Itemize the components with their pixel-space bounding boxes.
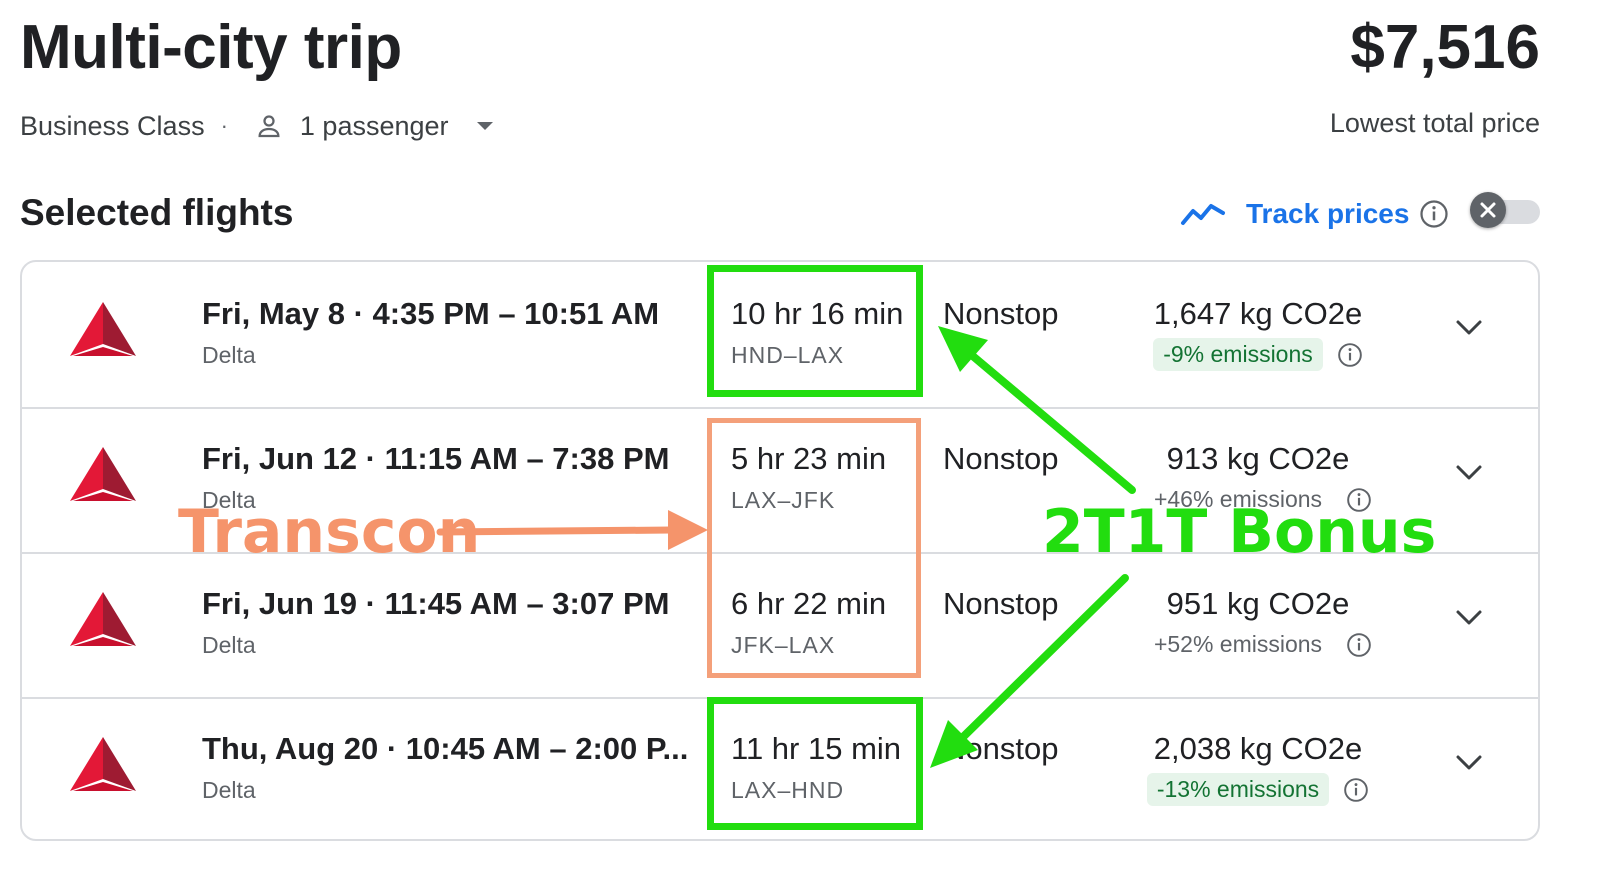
price-label: Lowest total price: [1329, 108, 1540, 138]
flight-times: Fri, Jun 19 · 11:45 AM – 3:07 PM: [202, 586, 670, 621]
flight-stops: Nonstop: [943, 731, 1059, 766]
total-price: $7,516: [1350, 13, 1540, 82]
airline-name: Delta: [202, 632, 256, 658]
highlight-box-green: [707, 697, 923, 830]
delta-logo-icon: [68, 590, 138, 650]
delta-logo-icon: [68, 445, 138, 505]
flight-times: Thu, Aug 20 · 10:45 AM – 2:00 P...: [202, 731, 689, 766]
row-divider: [22, 407, 1538, 409]
emissions-info: 1,647 kg CO2e -9% emissions: [1138, 296, 1378, 371]
track-prices-label[interactable]: Track prices: [1246, 198, 1409, 230]
chevron-down-icon[interactable]: [1454, 753, 1484, 773]
co2-amount: 1,647 kg CO2e: [1153, 296, 1363, 331]
track-prices[interactable]: Track prices: [1180, 194, 1449, 234]
track-prices-toggle[interactable]: [1470, 192, 1542, 228]
delta-logo-icon: [68, 735, 138, 795]
trend-line-icon: [1180, 200, 1226, 228]
emissions-badge: +52% emissions: [1153, 631, 1323, 657]
close-icon: [1480, 202, 1496, 218]
co2-amount: 2,038 kg CO2e: [1153, 731, 1363, 766]
info-icon[interactable]: [1419, 199, 1449, 229]
emissions-info: 951 kg CO2e +52% emissions: [1138, 586, 1378, 661]
bonus-annotation: 2T1T Bonus: [1042, 497, 1437, 567]
highlight-box-orange: [707, 418, 921, 678]
delta-logo-icon: [68, 300, 138, 360]
chevron-down-icon[interactable]: [1454, 608, 1484, 628]
flight-times: Fri, May 8 · 4:35 PM – 10:51 AM: [202, 296, 660, 331]
chevron-down-icon[interactable]: [1454, 463, 1484, 483]
transcon-annotation: Transcon: [178, 497, 481, 567]
trip-options: Business Class · 1 passenger: [20, 108, 495, 144]
highlight-box-green: [707, 265, 923, 397]
passenger-dropdown-icon[interactable]: [475, 120, 495, 132]
page-title: Multi-city trip: [20, 13, 402, 82]
flight-times: Fri, Jun 12 · 11:15 AM – 7:38 PM: [202, 441, 670, 476]
cabin-class[interactable]: Business Class: [20, 111, 205, 142]
section-title: Selected flights: [20, 192, 294, 233]
info-icon[interactable]: [1337, 342, 1363, 368]
co2-amount: 913 kg CO2e: [1166, 441, 1350, 476]
flight-stops: Nonstop: [943, 296, 1059, 331]
emissions-info: 2,038 kg CO2e -13% emissions: [1138, 731, 1378, 806]
emissions-badge: -13% emissions: [1146, 773, 1330, 806]
passenger-count[interactable]: 1 passenger: [300, 111, 449, 142]
airline-name: Delta: [202, 777, 256, 803]
chevron-down-icon[interactable]: [1454, 318, 1484, 338]
info-icon[interactable]: [1343, 777, 1369, 803]
info-icon[interactable]: [1346, 632, 1372, 658]
separator: ·: [220, 113, 228, 138]
emissions-badge: -9% emissions: [1153, 338, 1323, 371]
flight-stops: Nonstop: [943, 441, 1059, 476]
flight-stops: Nonstop: [943, 586, 1059, 621]
toggle-knob[interactable]: [1470, 192, 1506, 228]
airline-name: Delta: [202, 342, 256, 368]
co2-amount: 951 kg CO2e: [1166, 586, 1350, 621]
person-icon: [254, 111, 284, 141]
